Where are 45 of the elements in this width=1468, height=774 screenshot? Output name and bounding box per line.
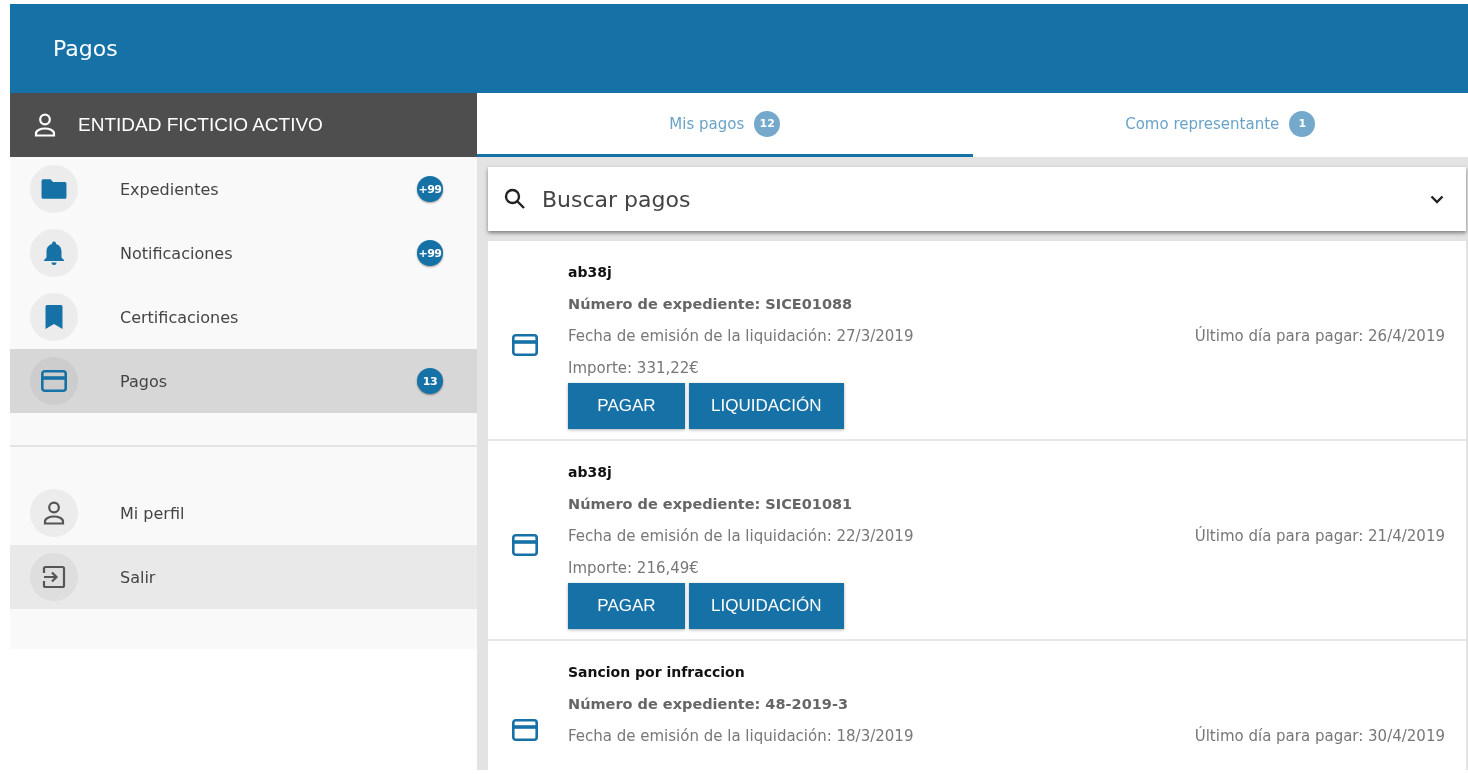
payment-title: Sancion por infraccion	[568, 663, 746, 682]
credit-card-icon	[41, 370, 67, 392]
search-bar[interactable]: Buscar pagos	[488, 167, 1466, 231]
file-number: Número de expediente: SICE01081	[568, 495, 854, 514]
sidebar-item[interactable]: Mi perfil	[10, 481, 477, 545]
count-badge: +99	[417, 176, 443, 202]
sidebar-item[interactable]: Certificaciones	[10, 285, 477, 349]
action-button[interactable]: LIQUIDACIÓN	[689, 583, 844, 629]
count-badge: 1	[1289, 110, 1316, 137]
sidebar-item[interactable]: Pagos 13	[10, 349, 477, 413]
count-badge: 12	[754, 110, 781, 137]
amount: Importe: 216,49€	[568, 558, 700, 579]
action-button[interactable]: PAGAR	[568, 383, 685, 429]
action-button[interactable]: PAGAR	[568, 583, 685, 629]
due-date: Último día para pagar: 30/4/2019	[1194, 725, 1445, 747]
folder-icon	[41, 178, 67, 200]
credit-card-icon	[512, 719, 538, 741]
due-date: Último día para pagar: 26/4/2019	[1194, 325, 1445, 347]
search-icon	[504, 188, 526, 210]
account-name: ENTIDAD FICTICIO ACTIVO	[78, 114, 323, 136]
issue-date: Fecha de emisión de la liquidación: 27/3/2019	[568, 326, 914, 347]
credit-card-icon	[512, 534, 538, 556]
issue-date: Fecha de emisión de la liquidación: 22/3/2019	[568, 526, 914, 547]
action-button[interactable]: LIQUIDACIÓN	[689, 383, 844, 429]
amount: Importe: 331,22€	[568, 358, 700, 379]
count-badge: 13	[417, 368, 443, 394]
person-icon	[34, 113, 56, 137]
count-badge: +99	[417, 240, 443, 266]
credit-card-icon	[512, 334, 538, 356]
page-title: Pagos	[53, 36, 118, 61]
exit-icon	[42, 565, 66, 589]
payment-title: ab38j	[568, 263, 613, 282]
due-date: Último día para pagar: 21/4/2019	[1194, 525, 1445, 547]
sidebar-item[interactable]: Expedientes +99	[10, 157, 477, 221]
payment-title: ab38j	[568, 463, 613, 482]
sidebar-item[interactable]: Salir	[10, 545, 477, 609]
bookmark-icon	[45, 305, 63, 329]
search-field[interactable]: Buscar pagos	[540, 185, 1430, 213]
file-number: Número de expediente: SICE01088	[568, 295, 854, 314]
sidebar-item[interactable]: Notificaciones +99	[10, 221, 477, 285]
file-number: Número de expediente: 48-2019-3	[568, 695, 849, 714]
bell-icon	[43, 240, 65, 266]
person-icon	[43, 501, 65, 525]
issue-date: Fecha de emisión de la liquidación: 18/3/2019	[568, 726, 914, 747]
chevron-down-icon[interactable]	[1430, 194, 1444, 204]
